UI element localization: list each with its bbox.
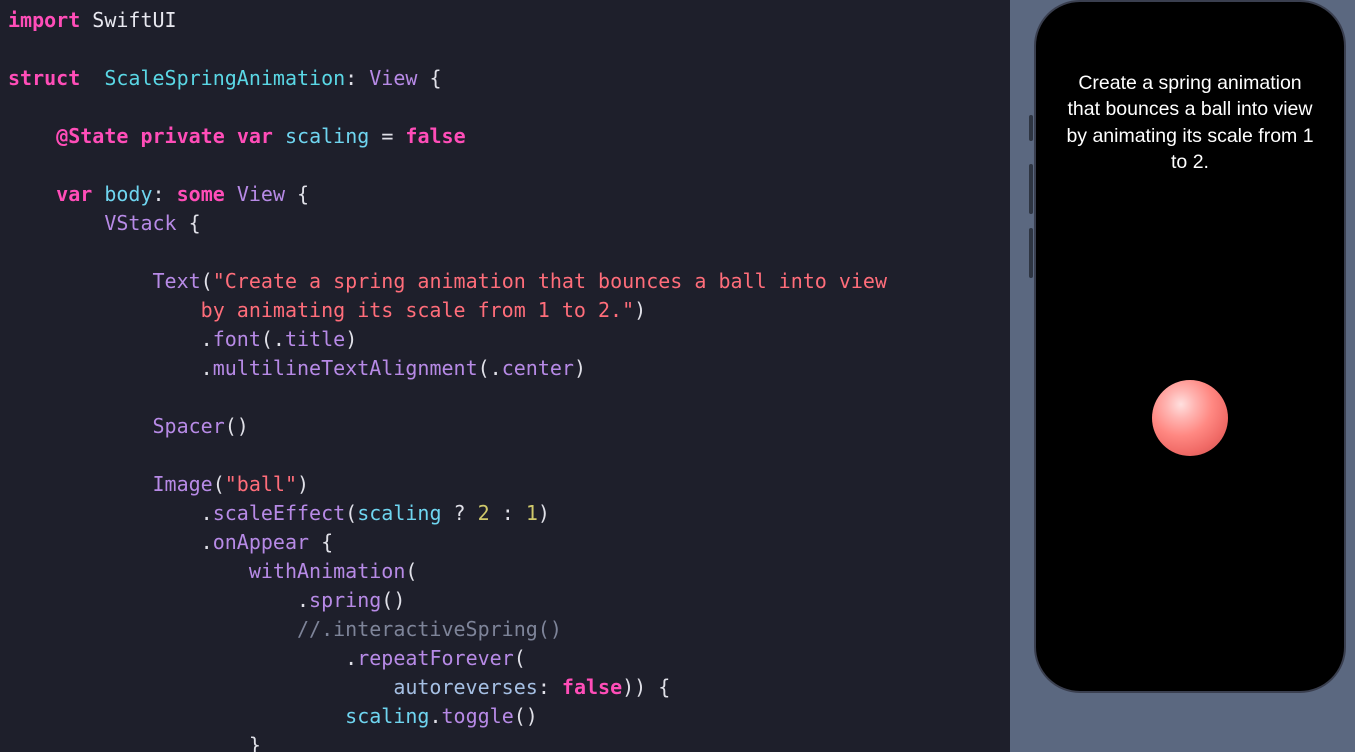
enum-center: center [502,356,574,380]
fn-image: Image [153,472,213,496]
fn-text: Text [153,269,201,293]
preview-title-text: Create a spring animation that bounces a… [1036,2,1344,175]
string-text-content: "Create a spring animation that bounces … [8,269,887,322]
phone-simulator[interactable]: Create a spring animation that bounces a… [1034,0,1346,693]
fn-repeat-forever: repeatForever [357,646,514,670]
type-name: ScaleSpringAnimation [104,66,345,90]
code-editor[interactable]: import SwiftUI struct ScaleSpringAnimati… [0,0,1010,752]
param-autoreverses: autoreverses [393,675,538,699]
keyword-struct: struct [8,66,80,90]
preview-panel: Create a spring animation that bounces a… [1010,0,1355,752]
keyword-var: var [56,182,92,206]
fn-toggle: toggle [442,704,514,728]
module-swiftui: SwiftUI [92,8,176,32]
expr-scaling: scaling [345,704,429,728]
mod-multiline-text-alignment: multilineTextAlignment [213,356,478,380]
enum-title: title [285,327,345,351]
keyword-private: private [140,124,224,148]
keyword-some: some [177,182,225,206]
literal-2: 2 [478,501,490,525]
literal-1: 1 [526,501,538,525]
string-ball: "ball" [225,472,297,496]
mod-on-appear: onAppear [213,530,309,554]
type-view: View [237,182,285,206]
phone-volume-up-button [1029,164,1033,214]
expr-scaling: scaling [357,501,441,525]
phone-volume-down-button [1029,228,1033,278]
attr-state: @State [56,124,128,148]
fn-vstack: VStack [104,211,176,235]
prop-scaling: scaling [285,124,369,148]
comment-interactive-spring: //.interactiveSpring() [297,617,562,641]
literal-false: false [562,675,622,699]
fn-with-animation: withAnimation [249,559,406,583]
fn-spring: spring [309,588,381,612]
mod-scale-effect: scaleEffect [213,501,345,525]
keyword-var: var [237,124,273,148]
preview-ball-area [1036,175,1344,691]
protocol-view: View [369,66,417,90]
phone-side-button [1029,115,1033,141]
ball-image [1152,380,1228,456]
prop-body: body [104,182,152,206]
literal-false: false [405,124,465,148]
fn-spacer: Spacer [153,414,225,438]
keyword-import: import [8,8,80,32]
mod-font: font [213,327,261,351]
